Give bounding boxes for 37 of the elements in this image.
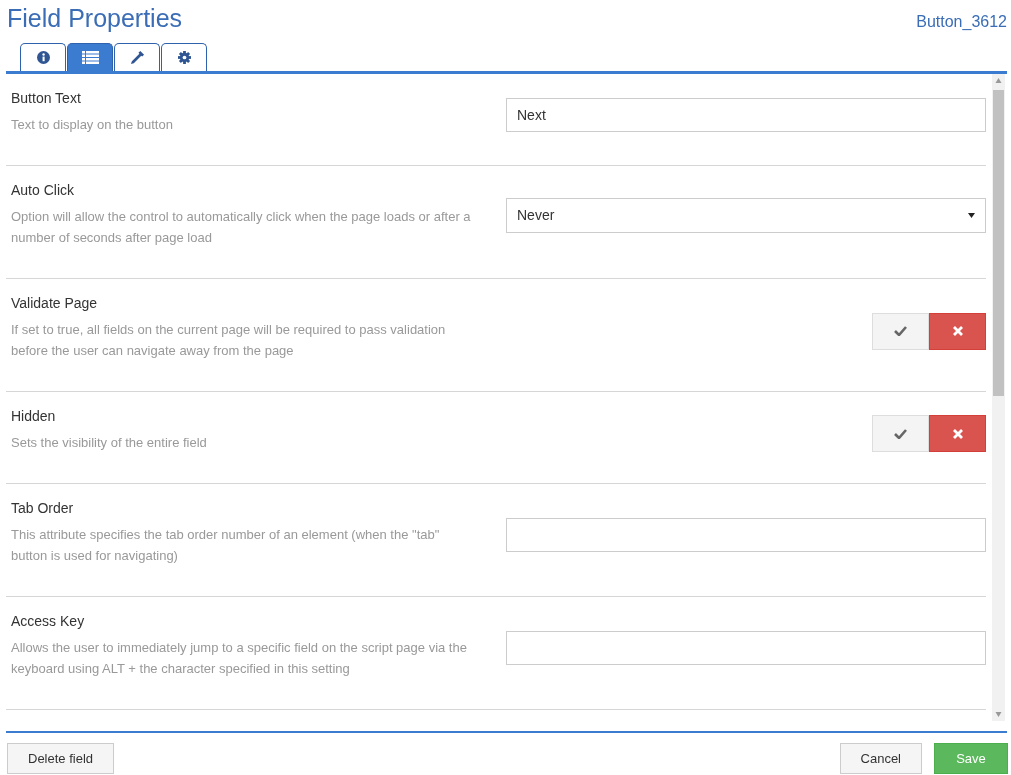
delete-field-button[interactable]: Delete field: [7, 743, 115, 774]
close-icon: [952, 428, 963, 439]
gear-icon: [177, 51, 191, 64]
yes-button[interactable]: [872, 415, 929, 452]
tab[interactable]: [114, 43, 160, 71]
property-description: Text to display on the button: [11, 116, 174, 134]
check-icon: [894, 428, 907, 439]
dropper-icon: [129, 50, 145, 65]
property-label: Hidden: [11, 408, 57, 424]
list-icon: [81, 51, 99, 64]
property-label: Validate Page: [11, 295, 99, 311]
tab[interactable]: [67, 43, 113, 71]
page-title: Field Properties: [7, 4, 183, 33]
property-description: If set to true, all fields on the current page will be required to pass validation before the user can navigate away from the page: [11, 321, 447, 360]
text-field[interactable]: [506, 518, 986, 552]
tab[interactable]: [161, 43, 207, 71]
yes-button[interactable]: [872, 312, 929, 350]
caret-icon: [968, 212, 975, 218]
property-label: Auto Click: [11, 182, 76, 198]
property-description: Sets the visibility of the entire field: [11, 434, 208, 452]
field-id: Button_3612: [916, 13, 1007, 31]
info-icon: [36, 51, 50, 64]
property-description: This attribute specifies the tab order number of an element (when the "tab" button is used for navigating): [11, 526, 441, 565]
check-icon: [894, 326, 907, 336]
text-field[interactable]: [506, 631, 986, 665]
property-description: Option will allow the control to automatically click when the page loads or after a number of seconds after page load: [11, 208, 472, 247]
tab[interactable]: [20, 43, 66, 71]
no-button[interactable]: [929, 415, 986, 452]
property-label: Tab Order: [11, 500, 75, 516]
no-button[interactable]: [929, 312, 986, 350]
property-description: Allows the user to immediately jump to a specific field on the script page via the keyboard using ALT + the character specified in this setting: [11, 639, 468, 678]
close-icon: [952, 326, 963, 336]
property-label: Access Key: [11, 613, 86, 629]
cancel-button[interactable]: Cancel: [839, 743, 922, 774]
property-label: Button Text: [11, 90, 82, 106]
text-field[interactable]: Next: [506, 97, 986, 132]
dropdown-field[interactable]: Never: [506, 197, 986, 233]
